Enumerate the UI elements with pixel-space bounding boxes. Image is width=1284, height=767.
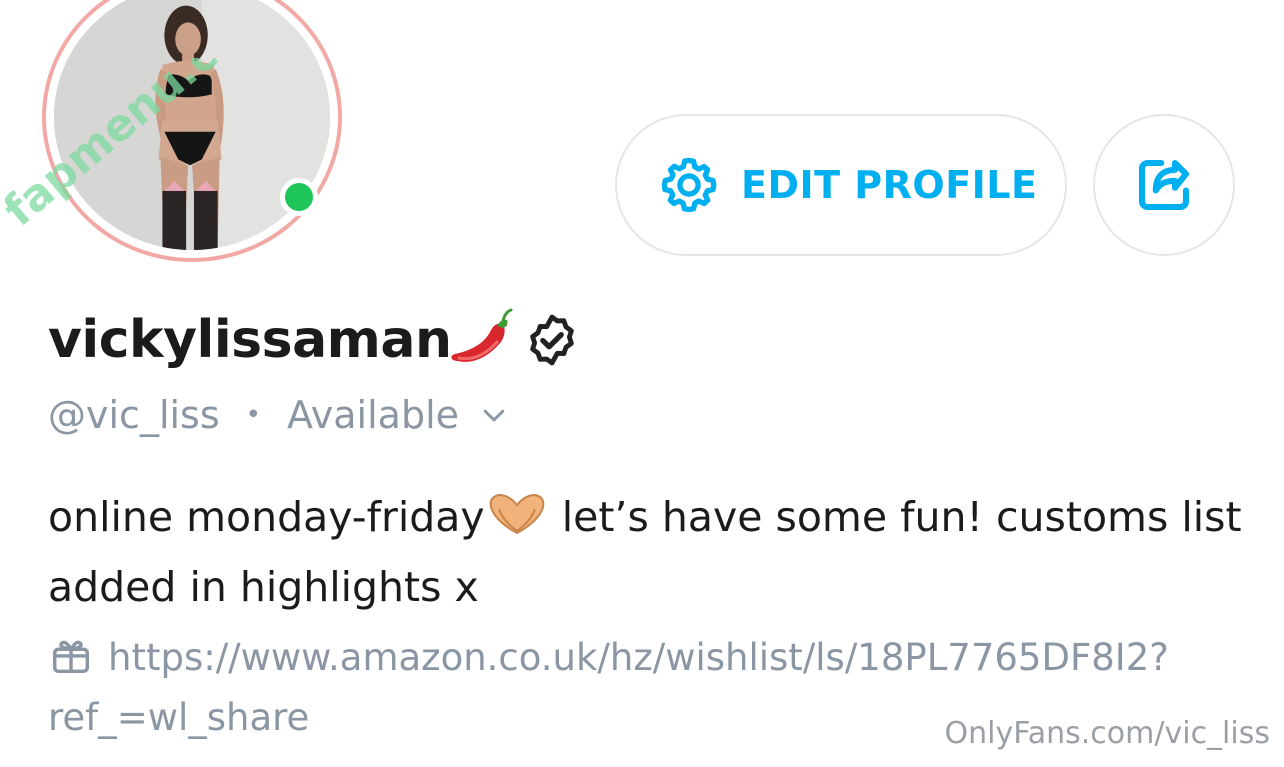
edit-profile-label: EDIT PROFILE	[741, 163, 1038, 207]
username-handle: @vic_liss	[48, 393, 220, 437]
gear-icon	[661, 157, 717, 213]
bio-text-start: online monday-friday	[48, 493, 485, 541]
availability-status: Available	[287, 393, 460, 437]
edit-profile-button[interactable]: EDIT PROFILE	[615, 114, 1067, 256]
avatar[interactable]	[42, 0, 342, 262]
heart-hands-icon	[489, 493, 544, 535]
separator-dot: •	[245, 400, 261, 430]
gift-icon	[52, 640, 90, 674]
display-name: vickylissaman	[48, 310, 452, 370]
verified-badge-icon	[530, 314, 575, 366]
availability-dropdown[interactable]: Available	[287, 393, 509, 437]
chili-pepper-icon	[451, 308, 513, 362]
online-status-dot	[280, 178, 318, 216]
share-icon	[1138, 159, 1190, 211]
profile-bio: online monday-friday let’s have some fun…	[48, 482, 1248, 622]
onlyfans-url-watermark: OnlyFans.com/vic_liss	[944, 716, 1270, 751]
profile-name-row: vickylissaman	[48, 300, 581, 380]
handle-row: @vic_liss • Available	[48, 388, 509, 442]
share-button[interactable]	[1093, 114, 1235, 256]
chevron-down-icon	[483, 409, 505, 422]
